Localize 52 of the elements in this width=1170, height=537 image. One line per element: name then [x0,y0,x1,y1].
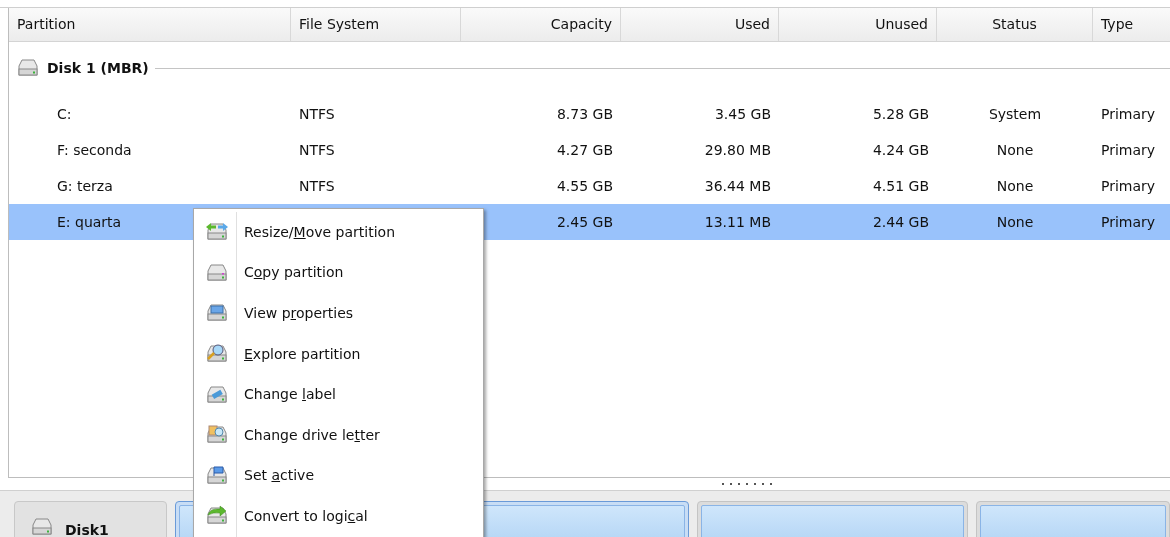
table-cell-text: NTFS [299,176,335,196]
column-header[interactable]: File System [291,8,461,41]
table-cell-text: NTFS [299,140,335,160]
table-cell-text: 3.45 GB [714,104,771,124]
column-header[interactable]: Type [1093,8,1170,41]
table-cell-text: Primary [1101,212,1156,232]
column-header[interactable]: Status [937,8,1093,41]
table-cell-text: 4.24 GB [872,140,929,160]
tag-drive-icon [204,383,230,406]
disk-header: Disk 1 (MBR) [47,58,149,78]
flag-drive-icon [204,464,230,487]
table-cell-text: G: terza [57,176,113,196]
menu-item[interactable]: View properties [194,293,483,334]
menu-item[interactable]: Change label [194,374,483,415]
column-header[interactable]: Capacity [461,8,621,41]
column-header[interactable]: Unused [779,8,937,41]
table-cell-text: None [996,176,1034,196]
table-cell-text: E: quarta [57,212,122,232]
table-cell-text: 4.27 GB [556,140,613,160]
table-cell-text: 5.28 GB [872,104,929,124]
table-cell-text: 2.44 GB [872,212,929,232]
table-cell-text: F: seconda [57,140,132,160]
table-row[interactable]: C: NTFS 8.73 GB 3.45 GB 5.28 GB System Primary [9,96,1170,132]
table-cell-text: C: [57,104,72,124]
table-cell-text: 2.45 GB [556,212,613,232]
column-header[interactable]: Used [621,8,779,41]
table-cell-text: 29.80 MB [704,140,771,160]
disk-card[interactable]: Disk1 [14,501,168,537]
table-cell-text: None [996,212,1034,232]
menu-item[interactable]: Convert to logical [194,496,483,537]
menu-item[interactable]: Change drive letter [194,414,483,456]
table-cell-text: 4.55 GB [556,176,613,196]
table-cell-text: 36.44 MB [704,176,771,196]
table-cell-text: NTFS [299,104,335,124]
menu-item[interactable]: Copy partition [194,252,483,294]
partition-block[interactable] [976,501,1170,537]
disk-label: Disk1 [65,521,109,537]
table-cell-text: Primary [1101,140,1156,160]
table-cell-text: 13.11 MB [704,212,771,232]
table-row[interactable]: F: seconda NTFS 4.27 GB 29.80 MB 4.24 GB None Primary [9,132,1170,168]
column-header[interactable]: Partition [9,8,291,41]
table-cell-text: System [988,104,1042,124]
menu-item[interactable]: Explore partition [194,333,483,375]
table-row[interactable]: G: terza NTFS 4.55 GB 36.44 MB 4.51 GB None Primary [9,168,1170,204]
table-cell-text: 8.73 GB [556,104,613,124]
table-cell-text: Primary [1101,104,1156,124]
table-cell-text: Primary [1101,176,1156,196]
table-cell-text: 4.51 GB [872,176,929,196]
table-cell-text: None [996,140,1034,160]
menu-item[interactable]: Set active [194,455,483,497]
disk-drive-icon [204,261,230,284]
partition-block[interactable] [696,501,969,537]
